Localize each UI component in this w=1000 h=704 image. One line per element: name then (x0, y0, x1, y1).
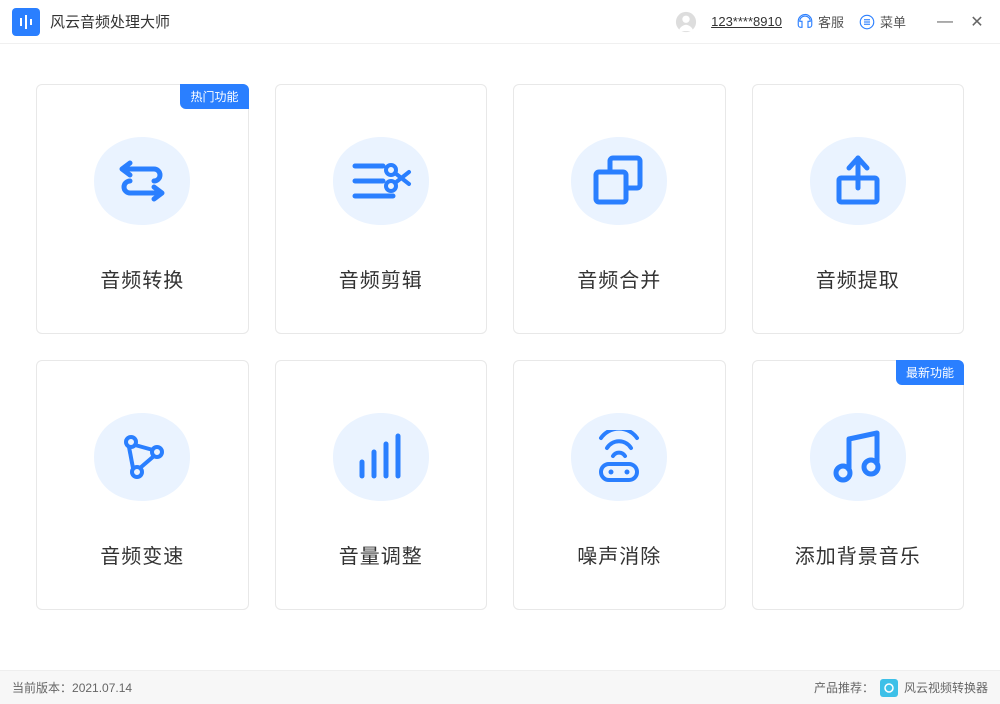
bgm-icon (803, 402, 913, 512)
recommend-prefix: 产品推荐： (814, 679, 874, 696)
card-label: 音频变速 (100, 540, 184, 569)
feature-card-cut[interactable]: 音频剪辑 (275, 84, 488, 334)
feature-grid: 热门功能音频转换音频剪辑音频合并音频提取音频变速音量调整噪声消除最新功能添加背景… (0, 44, 1000, 630)
feature-card-convert[interactable]: 热门功能音频转换 (36, 84, 249, 334)
menu-icon (858, 13, 876, 31)
convert-icon (87, 126, 197, 236)
feature-card-speed[interactable]: 音频变速 (36, 360, 249, 610)
feature-card-noise[interactable]: 噪声消除 (513, 360, 726, 610)
speed-icon (87, 402, 197, 512)
version-prefix: 当前版本： (12, 679, 72, 696)
headset-icon (796, 13, 814, 31)
app-title: 风云音频处理大师 (50, 11, 170, 32)
recommend-product[interactable]: 风云视频转换器 (904, 679, 988, 696)
version-value: 2021.07.14 (72, 681, 132, 695)
hot-badge: 热门功能 (180, 84, 248, 109)
card-label: 添加背景音乐 (795, 540, 921, 569)
service-button[interactable]: 客服 (796, 12, 844, 31)
close-button[interactable]: ✕ (966, 11, 988, 33)
new-badge: 最新功能 (896, 360, 964, 385)
card-label: 音频合并 (577, 264, 661, 293)
menu-button[interactable]: 菜单 (858, 12, 906, 31)
card-label: 音频提取 (816, 264, 900, 293)
recommend-logo-icon (880, 679, 898, 697)
user-id-link[interactable]: 123****8910 (711, 14, 782, 29)
feature-card-bgm[interactable]: 最新功能添加背景音乐 (752, 360, 965, 610)
noise-icon (564, 402, 674, 512)
status-bar: 当前版本： 2021.07.14 产品推荐： 风云视频转换器 (0, 670, 1000, 704)
avatar-icon (675, 11, 697, 33)
feature-card-volume[interactable]: 音量调整 (275, 360, 488, 610)
extract-icon (803, 126, 913, 236)
merge-icon (564, 126, 674, 236)
card-label: 噪声消除 (577, 540, 661, 569)
service-label: 客服 (818, 12, 844, 31)
volume-icon (326, 402, 436, 512)
card-label: 音频转换 (100, 264, 184, 293)
title-bar: 风云音频处理大师 123****8910 客服 菜单 — ✕ (0, 0, 1000, 44)
menu-label: 菜单 (880, 12, 906, 31)
card-label: 音量调整 (339, 540, 423, 569)
app-logo-icon (12, 8, 40, 36)
cut-icon (326, 126, 436, 236)
feature-card-extract[interactable]: 音频提取 (752, 84, 965, 334)
feature-card-merge[interactable]: 音频合并 (513, 84, 726, 334)
minimize-button[interactable]: — (934, 11, 956, 33)
card-label: 音频剪辑 (339, 264, 423, 293)
